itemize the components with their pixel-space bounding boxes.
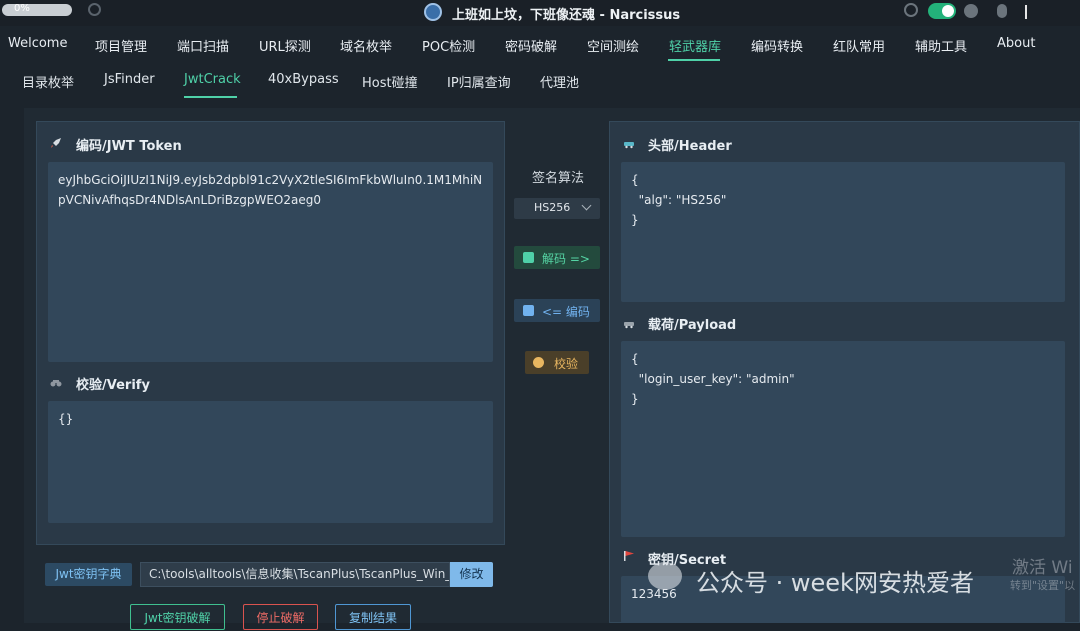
menu-welcome[interactable]: Welcome xyxy=(8,36,67,51)
settings-icon[interactable] xyxy=(904,3,918,17)
car-icon xyxy=(624,142,634,149)
activate-windows-sub: 转到"设置"以 xyxy=(1010,579,1076,592)
title-separator xyxy=(1025,5,1027,19)
decode-button[interactable]: 解码 => xyxy=(514,246,600,269)
menu-portscan[interactable]: 端口扫描 xyxy=(177,36,229,55)
verify-label: 校验 xyxy=(554,357,579,371)
decode-label: 解码 => xyxy=(542,252,590,266)
key-icon xyxy=(523,252,534,263)
payload-editor[interactable]: { "login_user_key": "admin" } xyxy=(621,341,1065,537)
menu-poc[interactable]: POC检测 xyxy=(422,36,475,55)
watermark-text: 公众号 · week网安热爱者 xyxy=(696,569,974,597)
jwt-dict-button[interactable]: Jwt密钥字典 xyxy=(45,563,132,586)
subtab-active-indicator xyxy=(184,96,237,98)
dict-path-input[interactable]: C:\tools\alltools\信息收集\TscanPlus\TscanPl… xyxy=(140,562,450,587)
sub-tabs: 目录枚举 JsFinder JwtCrack 40xBypass Host碰撞 … xyxy=(0,64,1080,100)
header-editor[interactable]: { "alg": "HS256" } xyxy=(621,162,1065,302)
check-circle-icon xyxy=(533,357,544,368)
tab-ip[interactable]: IP归属查询 xyxy=(447,72,511,91)
algorithm-label: 签名算法 xyxy=(532,171,585,186)
encode-label: <= 编码 xyxy=(542,305,590,319)
title-bar: 0% 上班如上坟，下班像还魂 - Narcissus xyxy=(0,0,1080,26)
main-menu: Welcome 项目管理 端口扫描 URL探测 域名枚举 POC检测 密码破解 … xyxy=(0,30,1080,62)
menu-about[interactable]: About xyxy=(997,36,1035,51)
header-panel-title: 头部/Header xyxy=(648,139,732,154)
copy-result-button[interactable]: 复制结果 xyxy=(335,604,411,630)
binoculars-icon xyxy=(50,380,62,387)
stop-button[interactable]: 停止破解 xyxy=(243,604,318,630)
modify-button[interactable]: 修改 xyxy=(450,562,493,587)
lock-icon xyxy=(523,305,534,316)
car-icon xyxy=(624,322,634,329)
activate-windows-title: 激活 Wi xyxy=(1012,558,1073,578)
menu-password[interactable]: 密码破解 xyxy=(505,36,557,55)
wechat-icon xyxy=(648,562,682,590)
verify-output[interactable]: {} xyxy=(48,401,493,523)
tab-dir-enum[interactable]: 目录枚举 xyxy=(22,72,74,91)
menu-project[interactable]: 项目管理 xyxy=(95,36,147,55)
token-panel-title: 编码/JWT Token xyxy=(76,139,182,154)
payload-panel-title: 载荷/Payload xyxy=(648,318,737,333)
gear-icon[interactable] xyxy=(88,3,101,16)
verify-button[interactable]: 校验 xyxy=(525,351,589,374)
menu-domain[interactable]: 域名枚举 xyxy=(340,36,392,55)
menu-active-indicator xyxy=(668,59,720,61)
toggle-knob xyxy=(942,5,954,17)
tab-jsfinder[interactable]: JsFinder xyxy=(104,72,155,87)
tab-host[interactable]: Host碰撞 xyxy=(362,72,418,91)
menu-url[interactable]: URL探测 xyxy=(259,36,311,55)
theme-toggle[interactable] xyxy=(928,3,956,19)
tab-jwtcrack[interactable]: JwtCrack xyxy=(184,72,241,87)
window-title: 上班如上坟，下班像还魂 - Narcissus xyxy=(452,8,681,23)
flag-icon xyxy=(624,551,634,561)
rocket-icon xyxy=(51,138,61,148)
verify-panel-title: 校验/Verify xyxy=(76,378,150,393)
bug-icon[interactable] xyxy=(997,4,1007,18)
menu-tools[interactable]: 辅助工具 xyxy=(915,36,967,55)
tab-proxy[interactable]: 代理池 xyxy=(540,72,579,91)
menu-redteam[interactable]: 红队常用 xyxy=(833,36,885,55)
menu-light-arms[interactable]: 轻武器库 xyxy=(669,36,721,55)
tab-40xbypass[interactable]: 40xBypass xyxy=(268,72,339,87)
chevron-down-icon xyxy=(581,200,592,211)
menu-mapping[interactable]: 空间测绘 xyxy=(587,36,639,55)
app-logo-icon xyxy=(424,3,442,21)
menu-encoding[interactable]: 编码转换 xyxy=(751,36,803,55)
crack-button[interactable]: Jwt密钥破解 xyxy=(130,604,225,630)
algorithm-value: HS256 xyxy=(534,201,571,214)
github-icon[interactable] xyxy=(964,4,978,18)
progress-label: 0% xyxy=(14,3,30,14)
progress-bar: 0% xyxy=(2,3,72,16)
jwt-token-input[interactable]: eyJhbGciOiJIUzI1NiJ9.eyJsb2dpbl91c2VyX2t… xyxy=(48,162,493,362)
algorithm-select[interactable]: HS256 xyxy=(514,198,600,219)
encode-button[interactable]: <= 编码 xyxy=(514,299,600,322)
